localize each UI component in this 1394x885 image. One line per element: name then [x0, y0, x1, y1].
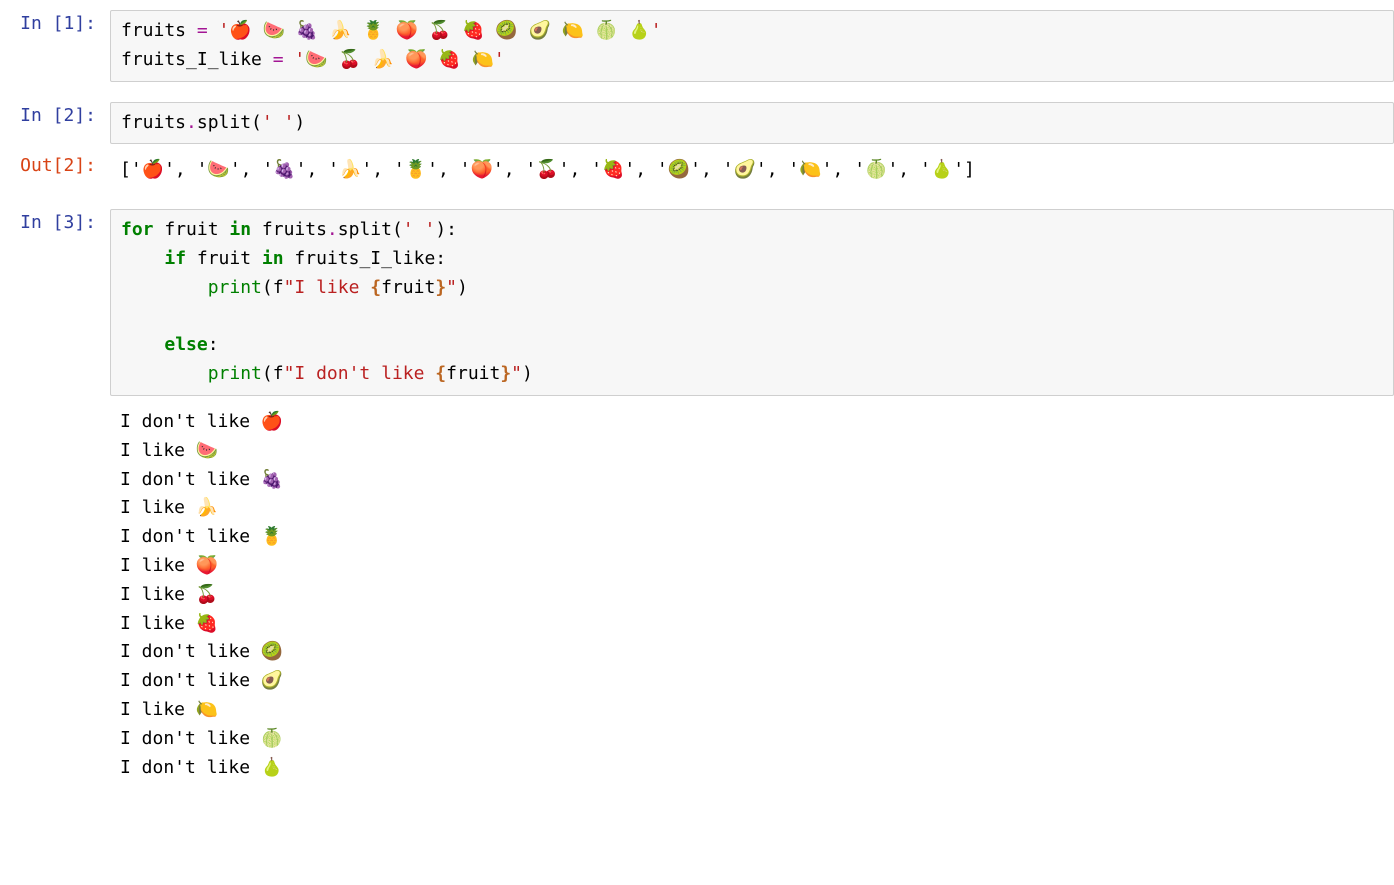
code-token-var: fruits [251, 219, 327, 240]
code-token-method: split( [338, 219, 403, 240]
cell-out-2: Out[2]: ['🍎', '🍉', '🍇', '🍌', '🍍', '🍑', '… [0, 152, 1394, 189]
code-token-colon: : [208, 334, 219, 355]
code-token-interp: } [500, 363, 511, 384]
code-token-op: = [273, 49, 284, 70]
code-token-var: fruits_I_like: [284, 248, 447, 269]
code-token-kw: if [164, 248, 186, 269]
code-token-interp: { [370, 277, 381, 298]
code-token-paren: (f [262, 277, 284, 298]
cell-2: In [2]: fruits.split(' ') [0, 102, 1394, 145]
output-text-2: ['🍎', '🍉', '🍇', '🍌', '🍍', '🍑', '🍒', '🍓',… [110, 152, 1394, 189]
cell-1: In [1]: fruits = '🍎 🍉 🍇 🍌 🍍 🍑 🍒 🍓 🥝 🥑 🍋 … [0, 10, 1394, 82]
prompt-out-3-empty [0, 404, 110, 786]
code-token-str: '🍉 🍒 🍌 🍑 🍓 🍋' [284, 49, 505, 70]
code-token-fstr: " [446, 277, 457, 298]
code-token-str: ' ' [262, 112, 295, 133]
code-token-paren: ) [522, 363, 533, 384]
code-token-fstr: "I like [284, 277, 371, 298]
code-token-close: ): [435, 219, 457, 240]
code-token-var: fruit [381, 277, 435, 298]
code-input-1[interactable]: fruits = '🍎 🍉 🍇 🍌 🍍 🍑 🍒 🍓 🥝 🥑 🍋 🍈 🍐' fru… [110, 10, 1394, 82]
code-token-interp: } [435, 277, 446, 298]
code-token-kw: for [121, 219, 154, 240]
code-input-2[interactable]: fruits.split(' ') [110, 102, 1394, 145]
code-token-var: fruit [186, 248, 262, 269]
code-token-builtin: print [208, 363, 262, 384]
indent [121, 277, 208, 298]
code-token-var: fruits_I_like [121, 49, 273, 70]
code-token-kw: in [262, 248, 284, 269]
prompt-in-1: In [1]: [0, 10, 110, 82]
indent [121, 334, 164, 355]
cell-out-3: I don't like 🍎 I like 🍉 I don't like 🍇 I… [0, 404, 1394, 786]
code-token-method: split( [197, 112, 262, 133]
cell-3: In [3]: for fruit in fruits.split(' '): … [0, 209, 1394, 396]
code-token-kw: else [164, 334, 207, 355]
output-text-3: I don't like 🍎 I like 🍉 I don't like 🍇 I… [110, 404, 1394, 786]
prompt-in-2: In [2]: [0, 102, 110, 145]
indent [121, 248, 164, 269]
code-token-str: '🍎 🍉 🍇 🍌 🍍 🍑 🍒 🍓 🥝 🥑 🍋 🍈 🍐' [208, 20, 662, 41]
code-token-op: . [186, 112, 197, 133]
code-token-fstr: " [511, 363, 522, 384]
indent [121, 363, 208, 384]
code-token-interp: { [435, 363, 446, 384]
code-token-fstr: "I don't like [284, 363, 436, 384]
code-token-builtin: print [208, 277, 262, 298]
code-token-kw: in [229, 219, 251, 240]
code-token-var: fruit [154, 219, 230, 240]
code-token-op: . [327, 219, 338, 240]
prompt-in-3: In [3]: [0, 209, 110, 396]
code-token-paren: ) [457, 277, 468, 298]
code-input-3[interactable]: for fruit in fruits.split(' '): if fruit… [110, 209, 1394, 396]
prompt-out-2: Out[2]: [0, 152, 110, 189]
code-token-var: fruits [121, 20, 197, 41]
code-token-var: fruit [446, 363, 500, 384]
code-token-paren: (f [262, 363, 284, 384]
code-token-close: ) [294, 112, 305, 133]
code-token-var: fruits [121, 112, 186, 133]
code-token-str: ' ' [403, 219, 436, 240]
code-token-op: = [197, 20, 208, 41]
